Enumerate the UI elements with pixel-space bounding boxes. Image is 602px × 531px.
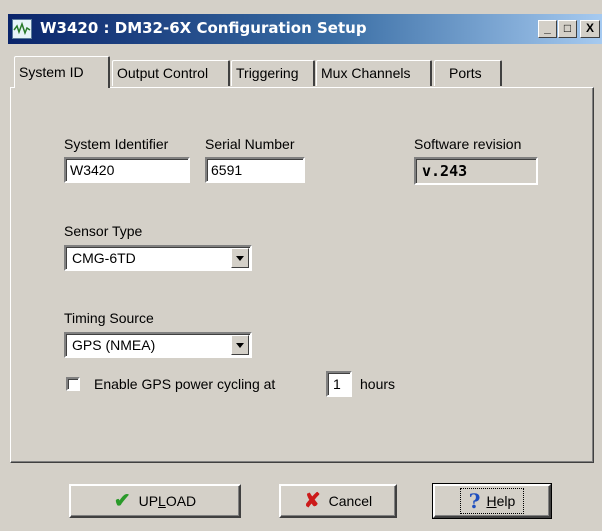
gps-power-cycling-label: Enable GPS power cycling at [94, 376, 276, 392]
config-dialog: W3420 : DM32-6X Configuration Setup _ □ … [0, 0, 602, 531]
upload-button[interactable]: ✔ UPLOAD [69, 484, 241, 518]
gps-hours-input[interactable]: 1 [326, 371, 352, 397]
tab-mux-channels[interactable]: Mux Channels [316, 60, 432, 86]
serial-number-input[interactable]: 6591 [205, 157, 305, 183]
tab-output-control[interactable]: Output Control [112, 60, 230, 86]
app-icon [12, 19, 32, 39]
chevron-down-icon[interactable] [231, 248, 249, 268]
gps-power-cycling-checkbox[interactable] [66, 377, 80, 391]
sensor-type-select[interactable]: CMG-6TD [64, 245, 252, 271]
red-x-icon: ✘ [303, 490, 321, 512]
serial-number-label: Serial Number [205, 136, 295, 152]
tab-label: Triggering [236, 65, 299, 81]
sensor-type-value: CMG-6TD [72, 250, 136, 266]
cancel-button-label: Cancel [328, 493, 373, 509]
tab-label: Output Control [117, 65, 209, 81]
title-bar[interactable]: W3420 : DM32-6X Configuration Setup _ □ … [8, 14, 602, 44]
sensor-type-label: Sensor Type [64, 223, 143, 239]
tab-triggering[interactable]: Triggering [231, 60, 315, 86]
timing-source-value: GPS (NMEA) [72, 337, 156, 353]
timing-source-label: Timing Source [64, 310, 154, 326]
help-focus-rect: ? Help [459, 488, 525, 514]
cancel-button[interactable]: ✘ Cancel [279, 484, 397, 518]
maximize-button[interactable]: □ [558, 20, 577, 38]
software-revision-value: v.243 [414, 157, 538, 185]
window-title: W3420 : DM32-6X Configuration Setup [40, 19, 367, 37]
software-revision-label: Software revision [414, 136, 522, 152]
tab-label: Mux Channels [321, 65, 411, 81]
timing-source-select[interactable]: GPS (NMEA) [64, 332, 252, 358]
chevron-down-icon[interactable] [231, 335, 249, 355]
system-id-panel: System Identifier W3420 Serial Number 65… [10, 87, 594, 463]
upload-button-label: UPLOAD [138, 493, 197, 509]
help-button-label: Help [486, 493, 516, 509]
system-identifier-label: System Identifier [64, 136, 169, 152]
tab-label: Ports [449, 65, 482, 81]
tab-system-id[interactable]: System ID [14, 56, 110, 88]
tab-label: System ID [19, 64, 84, 80]
check-mark-icon: ✔ [113, 490, 131, 512]
question-mark-icon: ? [468, 489, 481, 513]
help-button[interactable]: ? Help [432, 483, 552, 519]
system-identifier-input[interactable]: W3420 [64, 157, 190, 183]
close-button[interactable]: X [580, 20, 600, 38]
tab-ports[interactable]: Ports [434, 60, 502, 86]
hours-unit-label: hours [360, 376, 396, 392]
minimize-button[interactable]: _ [538, 20, 557, 38]
